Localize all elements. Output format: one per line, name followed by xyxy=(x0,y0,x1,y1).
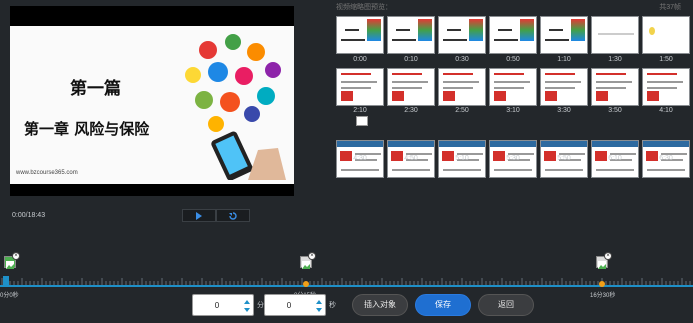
thumbnails-header: 视频缩略图预览： xyxy=(336,4,392,11)
image-icon xyxy=(302,261,310,269)
timeline-point[interactable] xyxy=(303,281,309,287)
slide-url: www.bzcourse365.com xyxy=(16,170,78,176)
thumbnail[interactable] xyxy=(387,68,435,106)
thumbnail-time-label: 4:10 xyxy=(659,107,673,114)
minutes-value: 0 xyxy=(214,301,220,310)
thumbnail-time-label: 3:50 xyxy=(608,107,622,114)
timeline[interactable] xyxy=(0,252,693,292)
thumbnail-time-label: 5:50 xyxy=(557,155,571,162)
thumbnail-time-label: 6:10 xyxy=(608,155,622,162)
timeline-ruler[interactable] xyxy=(0,274,693,290)
thumbnail[interactable] xyxy=(591,16,639,54)
thumbnail[interactable] xyxy=(438,68,486,106)
play-icon xyxy=(196,211,202,220)
slide-subtitle: 第一章 风险与保险 xyxy=(24,120,150,138)
thumbnail-time-label: 5:30 xyxy=(506,155,520,162)
thumbnail-time-label: 3:10 xyxy=(506,107,520,114)
timeline-point[interactable] xyxy=(599,281,605,287)
thumbnail[interactable] xyxy=(642,68,690,106)
thumbnail-time-label: 1:30 xyxy=(608,56,622,63)
bottom-controls: 0 分 0 秒 插入对象 保存 返回 xyxy=(0,294,693,323)
slide-frame: 第一篇 第一章 风险与保险 www.bzcourse365.com xyxy=(10,26,294,184)
spin-up-icon[interactable] xyxy=(243,298,251,314)
close-icon[interactable]: × xyxy=(12,252,20,260)
thumbnail[interactable] xyxy=(642,16,690,54)
thumbnail-time-label: 3:30 xyxy=(557,107,571,114)
thumbnail-time-label: 1:10 xyxy=(557,56,571,63)
thumbnail[interactable] xyxy=(489,68,537,106)
replay-button[interactable] xyxy=(216,209,250,222)
slide-heading: 第一篇 xyxy=(70,79,121,99)
thumbnail-time-label: 0:30 xyxy=(455,56,469,63)
thumbnail-time-label: 1:50 xyxy=(659,56,673,63)
video-preview: 第一篇 第一章 风险与保险 www.bzcourse365.com xyxy=(10,6,294,196)
replay-icon xyxy=(229,211,237,220)
thumbnail[interactable] xyxy=(387,16,435,54)
timeline-object-marker[interactable]: × xyxy=(300,252,316,269)
thumbnail[interactable] xyxy=(540,68,588,106)
thumbnail[interactable] xyxy=(540,16,588,54)
seconds-unit: 秒 xyxy=(329,302,336,309)
insert-object-button[interactable]: 插入对象 xyxy=(352,294,408,316)
close-icon[interactable]: × xyxy=(604,252,612,260)
image-icon xyxy=(6,261,14,269)
thumbnail[interactable] xyxy=(438,16,486,54)
thumbnail-time-label: 2:10 xyxy=(353,107,367,114)
thumbnail-time-label: 4:30 xyxy=(353,155,367,162)
minutes-unit: 分 xyxy=(257,302,264,309)
timeline-object-marker[interactable]: × xyxy=(596,252,612,269)
save-button[interactable]: 保存 xyxy=(415,294,471,316)
seconds-input[interactable]: 0 xyxy=(264,294,326,316)
decorative-balloons-image xyxy=(185,34,286,180)
play-button[interactable] xyxy=(182,209,216,222)
thumbnail-small[interactable] xyxy=(356,116,368,126)
spin-down-icon[interactable] xyxy=(315,298,323,314)
thumbnail-time-label: 5:10 xyxy=(455,155,469,162)
back-button[interactable]: 返回 xyxy=(478,294,534,316)
seconds-value: 0 xyxy=(286,301,292,310)
image-icon xyxy=(598,261,606,269)
thumbnail-time-label: 0:10 xyxy=(404,56,418,63)
thumbnail[interactable] xyxy=(336,68,384,106)
thumbnail-time-label: 4:50 xyxy=(404,155,418,162)
thumbnail[interactable] xyxy=(489,16,537,54)
thumbnail-time-label: 6:30 xyxy=(659,155,673,162)
thumbnails-count: 共37帧 xyxy=(659,4,681,11)
close-icon[interactable]: × xyxy=(308,252,316,260)
playhead[interactable] xyxy=(3,276,9,286)
playback-time: 0:00/18:43 xyxy=(12,212,46,219)
thumbnail-time-label: 0:00 xyxy=(353,56,367,63)
thumbnail-time-label: 0:50 xyxy=(506,56,520,63)
minutes-input[interactable]: 0 xyxy=(192,294,254,316)
thumbnail[interactable] xyxy=(336,16,384,54)
timeline-object-marker[interactable]: × xyxy=(4,252,20,269)
thumbnail-time-label: 2:50 xyxy=(455,107,469,114)
thumbnail-time-label: 2:30 xyxy=(404,107,418,114)
thumbnail[interactable] xyxy=(591,68,639,106)
